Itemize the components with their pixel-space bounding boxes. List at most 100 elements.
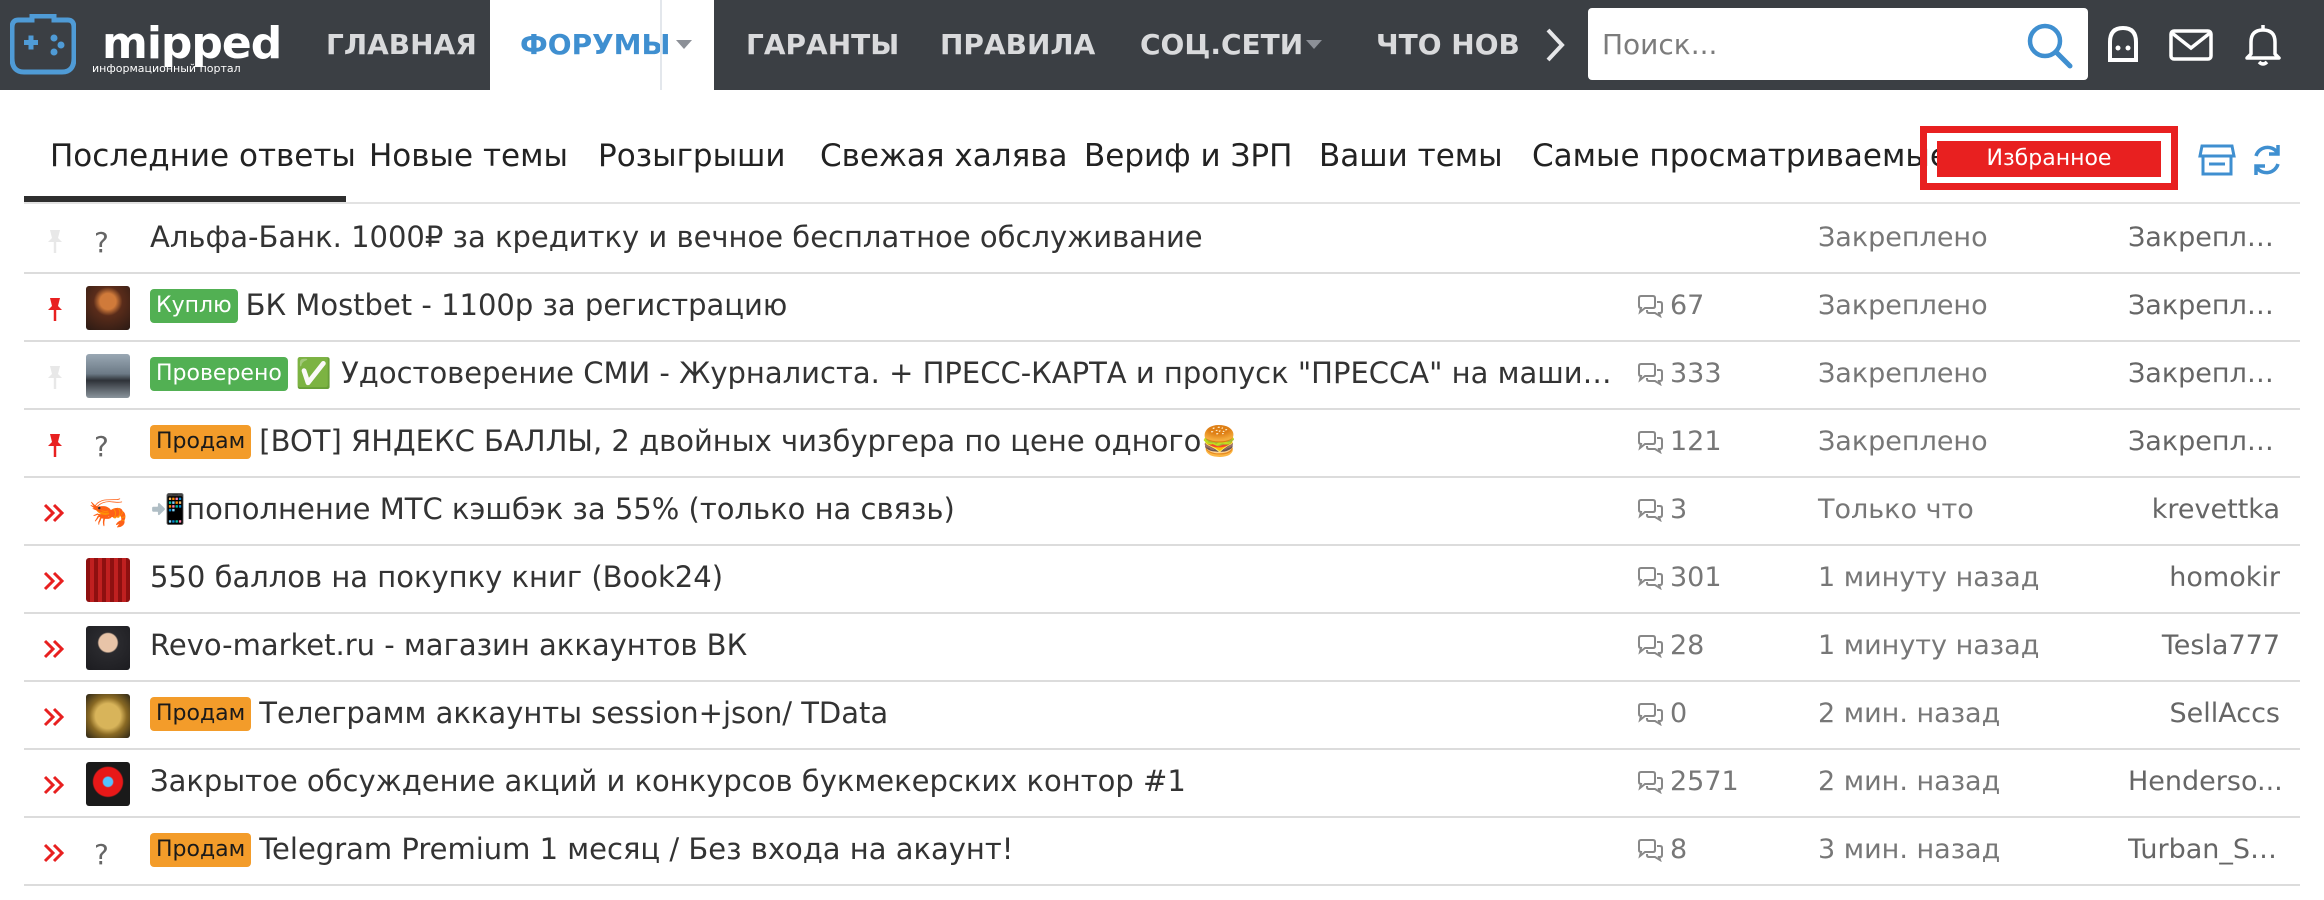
thread-title[interactable]: Продам [BOT] ЯНДЕКС БАЛЛЫ, 2 двойных чизб…	[150, 424, 1620, 459]
thread-row[interactable]: Revo-market.ru - магазин аккаунтов ВК 28…	[24, 614, 2300, 682]
top-navbar: mipped информационный портал ГЛАВНАЯ ФОР…	[0, 0, 2324, 90]
nav-item-guarantors[interactable]: ГАРАНТЫ	[746, 0, 899, 90]
reply-count: 121	[1636, 426, 1722, 457]
search-icon[interactable]	[2024, 20, 2074, 70]
nav-scroll-right-icon[interactable]	[1540, 22, 1570, 68]
thread-title[interactable]: Куплю БК Mostbet - 1100р за регистрацию	[150, 288, 1620, 323]
reply-count: 3	[1636, 494, 1687, 525]
reply-count-value: 301	[1670, 562, 1722, 593]
reply-count-value: 0	[1670, 698, 1688, 729]
tab-your-threads[interactable]: Ваши темы	[1319, 138, 1503, 174]
tab-giveaways[interactable]: Розыгрыши	[598, 138, 786, 174]
nav-item-home[interactable]: ГЛАВНАЯ	[326, 0, 477, 90]
thread-title[interactable]: Revo-market.ru - магазин аккаунтов ВК	[150, 628, 1620, 662]
thread-row[interactable]: Куплю БК Mostbet - 1100р за регистрацию 6…	[24, 274, 2300, 342]
reply-count: 2571	[1636, 766, 1739, 797]
thread-row[interactable]: Закрытое обсуждение акций и конкурсов бу…	[24, 750, 2300, 818]
thread-author[interactable]: Закрепле...	[2128, 358, 2284, 389]
thread-row[interactable]: 🦐 📲пополнение МТС кэшбэк за 55% (только …	[24, 478, 2300, 546]
thread-title[interactable]: Проверено ✅ Удостоверение СМИ - Журналист…	[150, 356, 1620, 391]
thread-row[interactable]: ? Альфа-Банк. 1000₽ за кредитку и вечное…	[24, 206, 2300, 274]
thread-time: Закреплено	[1818, 426, 1988, 457]
prefix-badge: Продам	[150, 833, 252, 867]
tab-fresh-freebies[interactable]: Свежая халява	[820, 138, 1068, 174]
thread-row[interactable]: 550 баллов на покупку книг (Book24) 301 …	[24, 546, 2300, 614]
gamepad-logo-icon	[10, 14, 76, 75]
thread-row[interactable]: ? Продам [BOT] ЯНДЕКС БАЛЛЫ, 2 двойных чи…	[24, 410, 2300, 478]
tab-most-viewed[interactable]: Самые просматриваемые	[1532, 138, 1949, 174]
tab-verif[interactable]: Вериф и ЗРП	[1084, 138, 1292, 174]
nav-item-whats-new[interactable]: ЧТО НОВ	[1376, 0, 1526, 90]
thread-row[interactable]: ? Продам Telegram Premium 1 месяц / Без в…	[24, 818, 2300, 886]
bell-icon[interactable]	[2238, 20, 2288, 70]
search-input[interactable]	[1602, 8, 2002, 80]
pin-icon	[48, 366, 62, 389]
user-avatar-icon[interactable]	[2098, 20, 2148, 70]
thread-title[interactable]: Закрытое обсуждение акций и конкурсов бу…	[150, 764, 1620, 798]
double-chevron-icon	[43, 775, 65, 795]
thread-author[interactable]: Turban_Se...	[2128, 834, 2284, 865]
thread-author[interactable]: Tesla777	[2124, 630, 2280, 661]
tab-latest-replies[interactable]: Последние ответы	[50, 138, 356, 174]
thread-author[interactable]: SellAccs	[2124, 698, 2280, 729]
envelope-icon[interactable]	[2166, 20, 2216, 70]
thread-author[interactable]: Закрепле...	[2128, 290, 2284, 321]
thread-row[interactable]: Проверено ✅ Удостоверение СМИ - Журналист…	[24, 342, 2300, 410]
tab-favorites[interactable]: Избранное	[1937, 141, 2161, 177]
refresh-icon[interactable]	[2248, 142, 2286, 178]
nav-item-rules[interactable]: ПРАВИЛА	[940, 0, 1095, 90]
thread-title[interactable]: 550 баллов на покупку книг (Book24)	[150, 560, 1620, 594]
thread-row[interactable]: Продам Телеграмм аккаунты session+json/ T…	[24, 682, 2300, 750]
thread-author[interactable]: homokir	[2124, 562, 2280, 593]
reply-count-value: 28	[1670, 630, 1705, 661]
reply-count-value: 67	[1670, 290, 1705, 321]
thread-author[interactable]: Закрепле...	[2128, 222, 2284, 253]
forums-dropdown-caret-icon[interactable]	[676, 40, 692, 49]
thread-title[interactable]: 📲пополнение МТС кэшбэк за 55% (только на…	[150, 492, 1620, 527]
thread-title[interactable]: Продам Telegram Premium 1 месяц / Без вхо…	[150, 832, 1620, 867]
thread-time: 2 мин. назад	[1818, 698, 2001, 729]
thread-time: 3 мин. назад	[1818, 834, 2001, 865]
thread-author[interactable]: Henderso...	[2128, 766, 2284, 797]
avatar[interactable]	[86, 354, 130, 398]
avatar[interactable]	[86, 694, 130, 738]
thread-title-text: БК Mostbet - 1100р за регистрацию	[245, 288, 788, 322]
thread-title-text: Telegram Premium 1 месяц / Без входа на …	[259, 832, 1014, 866]
comments-icon	[1638, 567, 1663, 591]
double-chevron-icon	[43, 571, 65, 591]
reply-count: 28	[1636, 630, 1704, 661]
thread-author[interactable]: krevettka	[2124, 494, 2280, 525]
tab-new-threads[interactable]: Новые темы	[369, 138, 568, 174]
comments-icon	[1638, 363, 1663, 387]
nav-item-social[interactable]: СОЦ.СЕТИ	[1140, 0, 1303, 90]
prefix-badge: Продам	[150, 425, 252, 459]
social-dropdown-caret-icon[interactable]	[1306, 40, 1322, 49]
site-logo[interactable]: mipped информационный портал	[10, 12, 300, 78]
unknown-avatar-icon: ?	[94, 226, 109, 259]
double-chevron-icon	[43, 639, 65, 659]
reply-count: 8	[1636, 834, 1687, 865]
thread-title[interactable]: Альфа-Банк. 1000₽ за кредитку и вечное б…	[150, 220, 1620, 254]
comments-icon	[1638, 295, 1663, 319]
avatar[interactable]	[86, 558, 130, 602]
shrimp-avatar[interactable]: 🦐	[86, 490, 130, 534]
avatar[interactable]	[86, 762, 130, 806]
thread-time: Закреплено	[1818, 222, 1988, 253]
avatar[interactable]	[86, 286, 130, 330]
thread-title-text: [BOT] ЯНДЕКС БАЛЛЫ, 2 двойных чизбургера…	[259, 424, 1238, 458]
thread-title[interactable]: Продам Телеграмм аккаунты session+json/ T…	[150, 696, 1620, 731]
nav-item-forums-label: ФОРУМЫ	[520, 28, 671, 61]
thread-title-text: Revo-market.ru - магазин аккаунтов ВК	[150, 628, 748, 662]
thread-title-text: ✅ Удостоверение СМИ - Журналиста. + ПРЕС…	[295, 356, 1620, 390]
avatar[interactable]	[86, 626, 130, 670]
reply-count: 67	[1636, 290, 1704, 321]
reply-count: 301	[1636, 562, 1722, 593]
store-icon[interactable]	[2198, 142, 2236, 178]
prefix-badge: Продам	[150, 697, 252, 731]
active-tab-indicator	[24, 196, 346, 202]
unknown-avatar-icon: ?	[94, 430, 109, 463]
thread-author[interactable]: Закрепле...	[2128, 426, 2284, 457]
comments-icon	[1638, 431, 1663, 455]
search-box	[1588, 8, 2088, 80]
thread-time: Закреплено	[1818, 290, 1988, 321]
